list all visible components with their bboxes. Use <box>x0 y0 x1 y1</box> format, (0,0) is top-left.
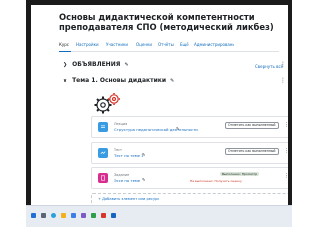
section-menu-icon[interactable]: ⋮ <box>280 77 286 84</box>
activity-type: Лекция <box>114 122 128 126</box>
tab-settings[interactable]: Настройки <box>76 42 102 51</box>
completion-badge-done: Выполнено: Просмотр <box>220 172 260 176</box>
chevron-down-icon[interactable]: ∨ <box>63 78 70 84</box>
tab-course[interactable]: Курс <box>59 42 71 52</box>
mark-done-button[interactable]: Отметить как выполненный <box>225 148 279 155</box>
activity-card[interactable]: Тест Тест по теме 1 ✎ Отметить как выпол… <box>91 142 288 164</box>
chevron-right-icon[interactable]: ❯ <box>63 62 70 68</box>
app-icon[interactable] <box>81 213 86 218</box>
taskbar <box>26 205 292 227</box>
page-icon <box>98 122 108 132</box>
activity-menu-icon[interactable]: ⋮ <box>284 122 288 128</box>
completion-badge-todo: Не выполнено: Получить оценку <box>190 179 242 183</box>
browser-icon[interactable] <box>51 213 56 218</box>
pencil-icon[interactable]: ✎ <box>176 126 179 131</box>
add-activity-button[interactable]: + Добавить элемент или ресурс <box>91 193 288 205</box>
edge-icon[interactable] <box>71 213 76 218</box>
pencil-icon[interactable]: ✎ <box>170 78 174 84</box>
mark-done-button[interactable]: Отметить как выполненный <box>225 122 279 129</box>
folder-icon[interactable] <box>61 213 66 218</box>
add-activity-label: + Добавить элемент или ресурс <box>98 197 160 201</box>
pencil-icon[interactable]: ✎ <box>142 177 145 182</box>
section-menu-icon[interactable]: ⋮ <box>280 61 286 68</box>
activity-menu-icon[interactable]: ⋮ <box>284 148 288 154</box>
tab-participants[interactable]: Участники <box>106 42 132 51</box>
activity-name-link[interactable]: Тест по теме 1 <box>114 153 144 158</box>
page-title: Основы дидактической компетентности преп… <box>59 12 274 32</box>
section-announcements-label: ОБЪЯВЛЕНИЯ <box>72 61 121 68</box>
activity-type: Задание <box>114 173 130 177</box>
pencil-icon[interactable]: ✎ <box>142 152 145 157</box>
windows-start-icon[interactable] <box>31 213 36 218</box>
app-icon[interactable] <box>101 213 106 218</box>
activity-name-link[interactable]: Структура педагогической деятельности <box>114 127 198 132</box>
activity-name-link[interactable]: Эссе по теме <box>114 178 140 183</box>
course-nav-tabs: Курс Настройки Участники Оценки Отчёты Е… <box>59 42 279 52</box>
app-icon[interactable] <box>91 213 96 218</box>
gears-icon <box>94 93 120 114</box>
tab-admin[interactable]: Администрирование <box>194 42 234 51</box>
activity-menu-icon[interactable]: ⋮ <box>284 173 288 179</box>
section-announcements[interactable]: ❯ ОБЪЯВЛЕНИЯ ✎ <box>63 61 129 68</box>
pencil-icon[interactable]: ✎ <box>124 62 128 68</box>
tab-grades[interactable]: Оценки <box>136 42 154 51</box>
activity-card[interactable]: Задание Эссе по теме ✎ Выполнено: Просмо… <box>91 167 288 189</box>
search-icon[interactable] <box>41 213 46 218</box>
course-page: Основы дидактической компетентности преп… <box>31 5 288 205</box>
word-icon[interactable] <box>111 213 116 218</box>
quiz-icon <box>98 148 108 158</box>
section-topic1[interactable]: ∨ Тема 1. Основы дидактики ✎ <box>63 77 174 84</box>
tab-reports[interactable]: Отчёты <box>158 42 176 51</box>
section-topic1-label: Тема 1. Основы дидактики <box>72 77 167 84</box>
collapse-all-link[interactable]: Свернуть всё <box>255 64 283 69</box>
assignment-icon <box>98 173 108 183</box>
tab-more[interactable]: Ещё <box>180 42 190 51</box>
activity-card[interactable]: Лекция Структура педагогической деятельн… <box>91 116 288 138</box>
activity-type: Тест <box>114 148 122 152</box>
